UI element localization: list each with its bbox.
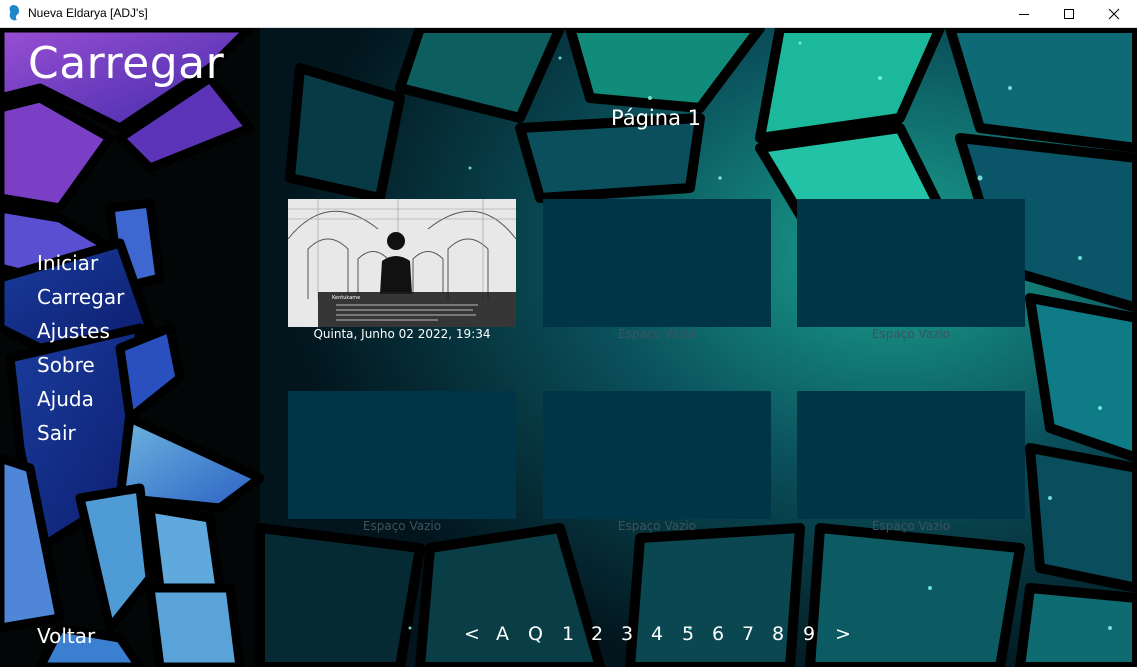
menu-item-carregar[interactable]: Carregar <box>37 284 124 318</box>
save-slot-1[interactable]: Kentukame Quinta, Junho 02 2022, 19:34 <box>288 199 516 341</box>
menu-item-iniciar[interactable]: Iniciar <box>37 250 124 284</box>
page-8-button[interactable]: 8 <box>772 623 784 645</box>
save-slot-3[interactable]: Espaço Vazio <box>797 199 1025 341</box>
empty-slot-thumbnail <box>797 199 1025 327</box>
save-slot-2[interactable]: Espaço Vazio <box>543 199 771 341</box>
prev-page-button[interactable]: < <box>464 623 480 645</box>
close-button[interactable] <box>1091 0 1137 27</box>
empty-slot-thumbnail <box>797 391 1025 519</box>
page-4-button[interactable]: 4 <box>651 623 663 645</box>
save-slot-caption: Espaço Vazio <box>617 519 697 533</box>
main-menu: Iniciar Carregar Ajustes Sobre Ajuda Sai… <box>37 250 124 454</box>
page-3-button[interactable]: 3 <box>621 623 633 645</box>
window-title: Nueva Eldarya [ADJ's] <box>28 6 148 20</box>
save-slot-caption: Quinta, Junho 02 2022, 19:34 <box>313 327 491 341</box>
minimize-button[interactable] <box>1001 0 1047 27</box>
page-7-button[interactable]: 7 <box>742 623 754 645</box>
save-slot-caption: Espaço Vazio <box>871 519 951 533</box>
save-slot-4[interactable]: Espaço Vazio <box>288 391 516 533</box>
next-page-button[interactable]: > <box>835 623 851 645</box>
page-1-button[interactable]: 1 <box>562 623 574 645</box>
empty-slot-thumbnail <box>288 391 516 519</box>
app-icon <box>9 5 20 21</box>
save-thumbnail: Kentukame <box>288 199 516 327</box>
save-slot-caption: Espaço Vazio <box>362 519 442 533</box>
auto-saves-button[interactable]: A <box>496 623 509 645</box>
close-icon <box>1108 8 1120 19</box>
save-slot-caption: Espaço Vazio <box>871 327 951 341</box>
thumb-speaker-name: Kentukame <box>332 295 360 301</box>
save-slot-caption: Espaço Vazio <box>617 327 697 341</box>
menu-item-ajuda[interactable]: Ajuda <box>37 386 124 420</box>
empty-slot-thumbnail <box>543 199 771 327</box>
minimize-icon <box>1019 13 1029 15</box>
save-slot-6[interactable]: Espaço Vazio <box>797 391 1025 533</box>
menu-item-ajustes[interactable]: Ajustes <box>37 318 124 352</box>
page-navigation: < A Q 1 2 3 4 5 6 7 8 9 > <box>0 623 1137 647</box>
menu-item-sair[interactable]: Sair <box>37 420 124 454</box>
menu-item-sobre[interactable]: Sobre <box>37 352 124 386</box>
page-6-button[interactable]: 6 <box>712 623 724 645</box>
screen-title: Carregar <box>28 38 225 89</box>
save-slot-5[interactable]: Espaço Vazio <box>543 391 771 533</box>
page-2-button[interactable]: 2 <box>591 623 603 645</box>
page-5-button[interactable]: 5 <box>682 623 694 645</box>
empty-slot-thumbnail <box>543 391 771 519</box>
page-9-button[interactable]: 9 <box>803 623 815 645</box>
window-titlebar: Nueva Eldarya [ADJ's] <box>0 0 1137 28</box>
page-label: Página 1 <box>611 106 701 130</box>
quick-saves-button[interactable]: Q <box>528 623 543 645</box>
game-screen: Carregar Página 1 Iniciar Carregar Ajust… <box>0 28 1137 667</box>
maximize-button[interactable] <box>1046 0 1092 27</box>
maximize-icon <box>1064 8 1074 19</box>
